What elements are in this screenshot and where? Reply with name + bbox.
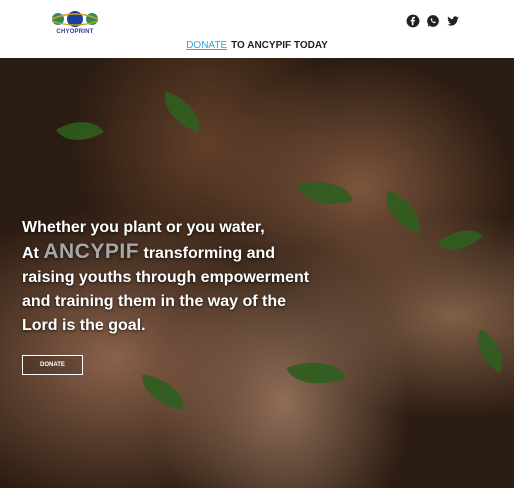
social-links <box>406 14 460 28</box>
donate-button[interactable]: DONATE <box>22 355 83 375</box>
logo-text: CHYOPRINT <box>56 29 94 35</box>
logo-icon <box>51 11 99 27</box>
donate-strip-text: TO ANCYPIF TODAY <box>231 40 328 51</box>
whatsapp-icon[interactable] <box>426 14 440 28</box>
hero-brand: ANCYPIF <box>43 240 140 263</box>
header: CHYOPRINT DONATE TO ANCYPIF TODAY <box>0 0 514 58</box>
hero-text: Whether you plant or you water, At ANCYP… <box>22 216 322 338</box>
hero-at: At <box>22 245 39 262</box>
hero-banner: Whether you plant or you water, At ANCYP… <box>0 58 514 488</box>
donate-link[interactable]: DONATE <box>186 40 227 51</box>
facebook-icon[interactable] <box>406 14 420 28</box>
donate-strip: DONATE TO ANCYPIF TODAY <box>0 40 514 51</box>
logo[interactable]: CHYOPRINT <box>50 9 100 37</box>
twitter-icon[interactable] <box>446 14 460 28</box>
hero-line1: Whether you plant or you water, <box>22 219 265 236</box>
